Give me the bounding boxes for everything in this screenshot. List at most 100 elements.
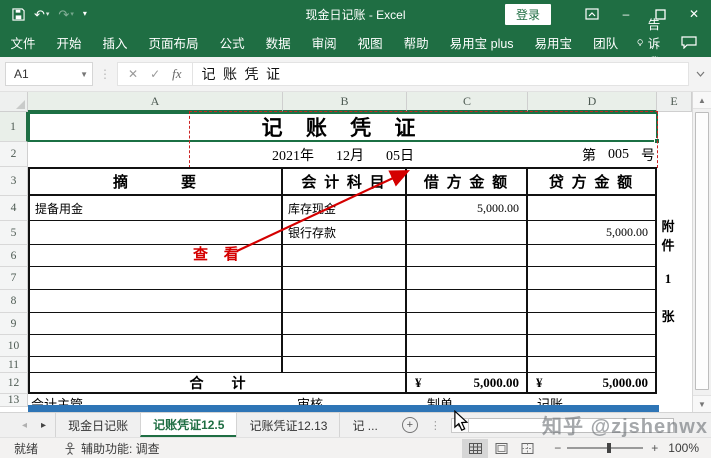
cell-credit[interactable] (528, 267, 655, 290)
redo-button[interactable]: ↷▾ (58, 8, 73, 21)
comments-icon[interactable] (681, 36, 697, 49)
tab-data[interactable]: 数据 (255, 28, 301, 57)
cell-debit[interactable] (407, 335, 528, 357)
voucher-title-cell[interactable]: 记 账 凭 证 (28, 112, 658, 142)
zoom-out-button[interactable]: − (554, 441, 561, 455)
zoom-slider[interactable] (567, 447, 643, 449)
row-header-6[interactable]: 6 (0, 245, 28, 267)
header-summary[interactable]: 摘 要 (30, 169, 283, 196)
cell-summary[interactable] (30, 290, 283, 313)
cell-credit[interactable] (528, 335, 655, 357)
header-debit[interactable]: 借 方 金 额 (407, 169, 528, 196)
sheet-tab-truncated[interactable]: 记 ... (339, 413, 389, 437)
header-account[interactable]: 会 计 科 目 (283, 169, 407, 196)
zoom-slider-thumb[interactable] (607, 443, 611, 453)
total-label-cell[interactable]: 合 计 (30, 373, 407, 393)
header-credit[interactable]: 贷 方 金 额 (528, 169, 655, 196)
cell-debit[interactable] (407, 221, 528, 245)
cell-credit[interactable] (528, 290, 655, 313)
normal-view-icon[interactable] (462, 439, 488, 458)
cell-credit[interactable] (528, 245, 655, 267)
tab-formulas[interactable]: 公式 (209, 28, 255, 57)
tab-team[interactable]: 团队 (583, 28, 629, 57)
row-header-10[interactable]: 10 (0, 335, 28, 357)
row-header-9[interactable]: 9 (0, 313, 28, 335)
cell-account[interactable] (283, 313, 407, 335)
undo-dropdown-icon[interactable]: ▾ (46, 11, 50, 18)
column-header-a[interactable]: A (28, 92, 283, 112)
name-box-dropdown-icon[interactable]: ▼ (80, 70, 88, 79)
save-icon[interactable] (12, 8, 25, 21)
new-sheet-button[interactable]: + (402, 417, 418, 433)
vertical-scroll-thumb[interactable] (695, 112, 709, 390)
cell-account[interactable]: 银行存款 (283, 221, 407, 245)
sheet-nav-right-icon[interactable]: ▸ (41, 420, 46, 431)
cell-credit[interactable] (528, 357, 655, 373)
page-layout-view-icon[interactable] (488, 439, 514, 458)
cell-credit[interactable] (528, 196, 655, 221)
cell-debit[interactable] (407, 245, 528, 267)
cell-debit[interactable] (407, 290, 528, 313)
row-header-3[interactable]: 3 (0, 167, 28, 196)
cell-summary[interactable] (30, 313, 283, 335)
cancel-entry-icon[interactable]: ✕ (128, 67, 138, 81)
vertical-scrollbar[interactable]: ▲ ▼ (692, 92, 711, 412)
cell-account[interactable] (283, 245, 407, 267)
undo-button[interactable]: ↶▾ (34, 8, 49, 21)
column-header-d[interactable]: D (528, 92, 657, 112)
row-header-11[interactable]: 11 (0, 357, 28, 373)
tab-yiyongbao[interactable]: 易用宝 (524, 28, 583, 57)
formula-input[interactable]: 记 账 凭 证 (193, 62, 689, 86)
expand-formula-bar-icon[interactable] (689, 71, 711, 77)
tab-insert[interactable]: 插入 (92, 28, 138, 57)
cell-account[interactable] (283, 267, 407, 290)
row-header-2[interactable]: 2 (0, 142, 28, 167)
row-header-4[interactable]: 4 (0, 196, 28, 221)
zoom-level[interactable]: 100% (668, 441, 699, 455)
tab-page-layout[interactable]: 页面布局 (138, 28, 209, 57)
select-all-button[interactable] (0, 92, 28, 112)
cell-summary[interactable] (30, 357, 283, 373)
zoom-in-button[interactable]: + (651, 441, 658, 455)
confirm-entry-icon[interactable]: ✓ (150, 67, 160, 81)
tab-help[interactable]: 帮助 (393, 28, 439, 57)
sheet-tab-cash-journal[interactable]: 现金日记账 (55, 413, 141, 437)
tab-yiyongbao-plus[interactable]: 易用宝 plus (439, 28, 524, 57)
accessibility-status[interactable]: 辅助功能: 调查 (64, 440, 160, 457)
total-credit-cell[interactable]: ¥ 5,000.00 (528, 373, 655, 393)
tab-home[interactable]: 开始 (46, 28, 92, 57)
sheet-nav-left-icon[interactable]: ◂ (22, 420, 27, 431)
ribbon-display-options-icon[interactable] (575, 0, 609, 28)
cell-debit[interactable] (407, 267, 528, 290)
cell-account[interactable]: 库存现金 (283, 196, 407, 221)
row-header-8[interactable]: 8 (0, 290, 28, 313)
cell-account[interactable] (283, 357, 407, 373)
cell-summary[interactable] (30, 221, 283, 245)
voucher-number-cell[interactable]: 第 005 号 (545, 142, 655, 167)
tab-view[interactable]: 视图 (347, 28, 393, 57)
row-header-5[interactable]: 5 (0, 221, 28, 245)
cell-credit[interactable] (528, 313, 655, 335)
tab-file[interactable]: 文件 (0, 28, 46, 57)
row-header-7[interactable]: 7 (0, 267, 28, 290)
insert-function-icon[interactable]: fx (172, 66, 181, 82)
cell-debit[interactable] (407, 357, 528, 373)
row-header-1[interactable]: 1 (0, 112, 28, 142)
column-header-c[interactable]: C (407, 92, 528, 112)
name-box[interactable]: A1 ▼ (5, 62, 93, 86)
cell-summary[interactable] (30, 335, 283, 357)
redo-dropdown-icon[interactable]: ▾ (70, 11, 74, 18)
sheet-tab-voucher-12-13[interactable]: 记账凭证12.13 (236, 413, 340, 437)
cell-account[interactable] (283, 290, 407, 313)
sheet-tab-voucher-12-5[interactable]: 记账凭证12.5 (140, 413, 237, 437)
scroll-up-icon[interactable]: ▲ (693, 92, 711, 109)
cell-summary[interactable] (30, 267, 283, 290)
cell-credit[interactable]: 5,000.00 (528, 221, 655, 245)
column-header-e[interactable]: E (657, 92, 692, 112)
cell-debit[interactable]: 5,000.00 (407, 196, 528, 221)
cell-account[interactable] (283, 335, 407, 357)
page-break-view-icon[interactable] (514, 439, 540, 458)
cell-summary[interactable] (30, 245, 283, 267)
cell-summary[interactable]: 提备用金 (30, 196, 283, 221)
login-button[interactable]: 登录 (505, 4, 551, 25)
